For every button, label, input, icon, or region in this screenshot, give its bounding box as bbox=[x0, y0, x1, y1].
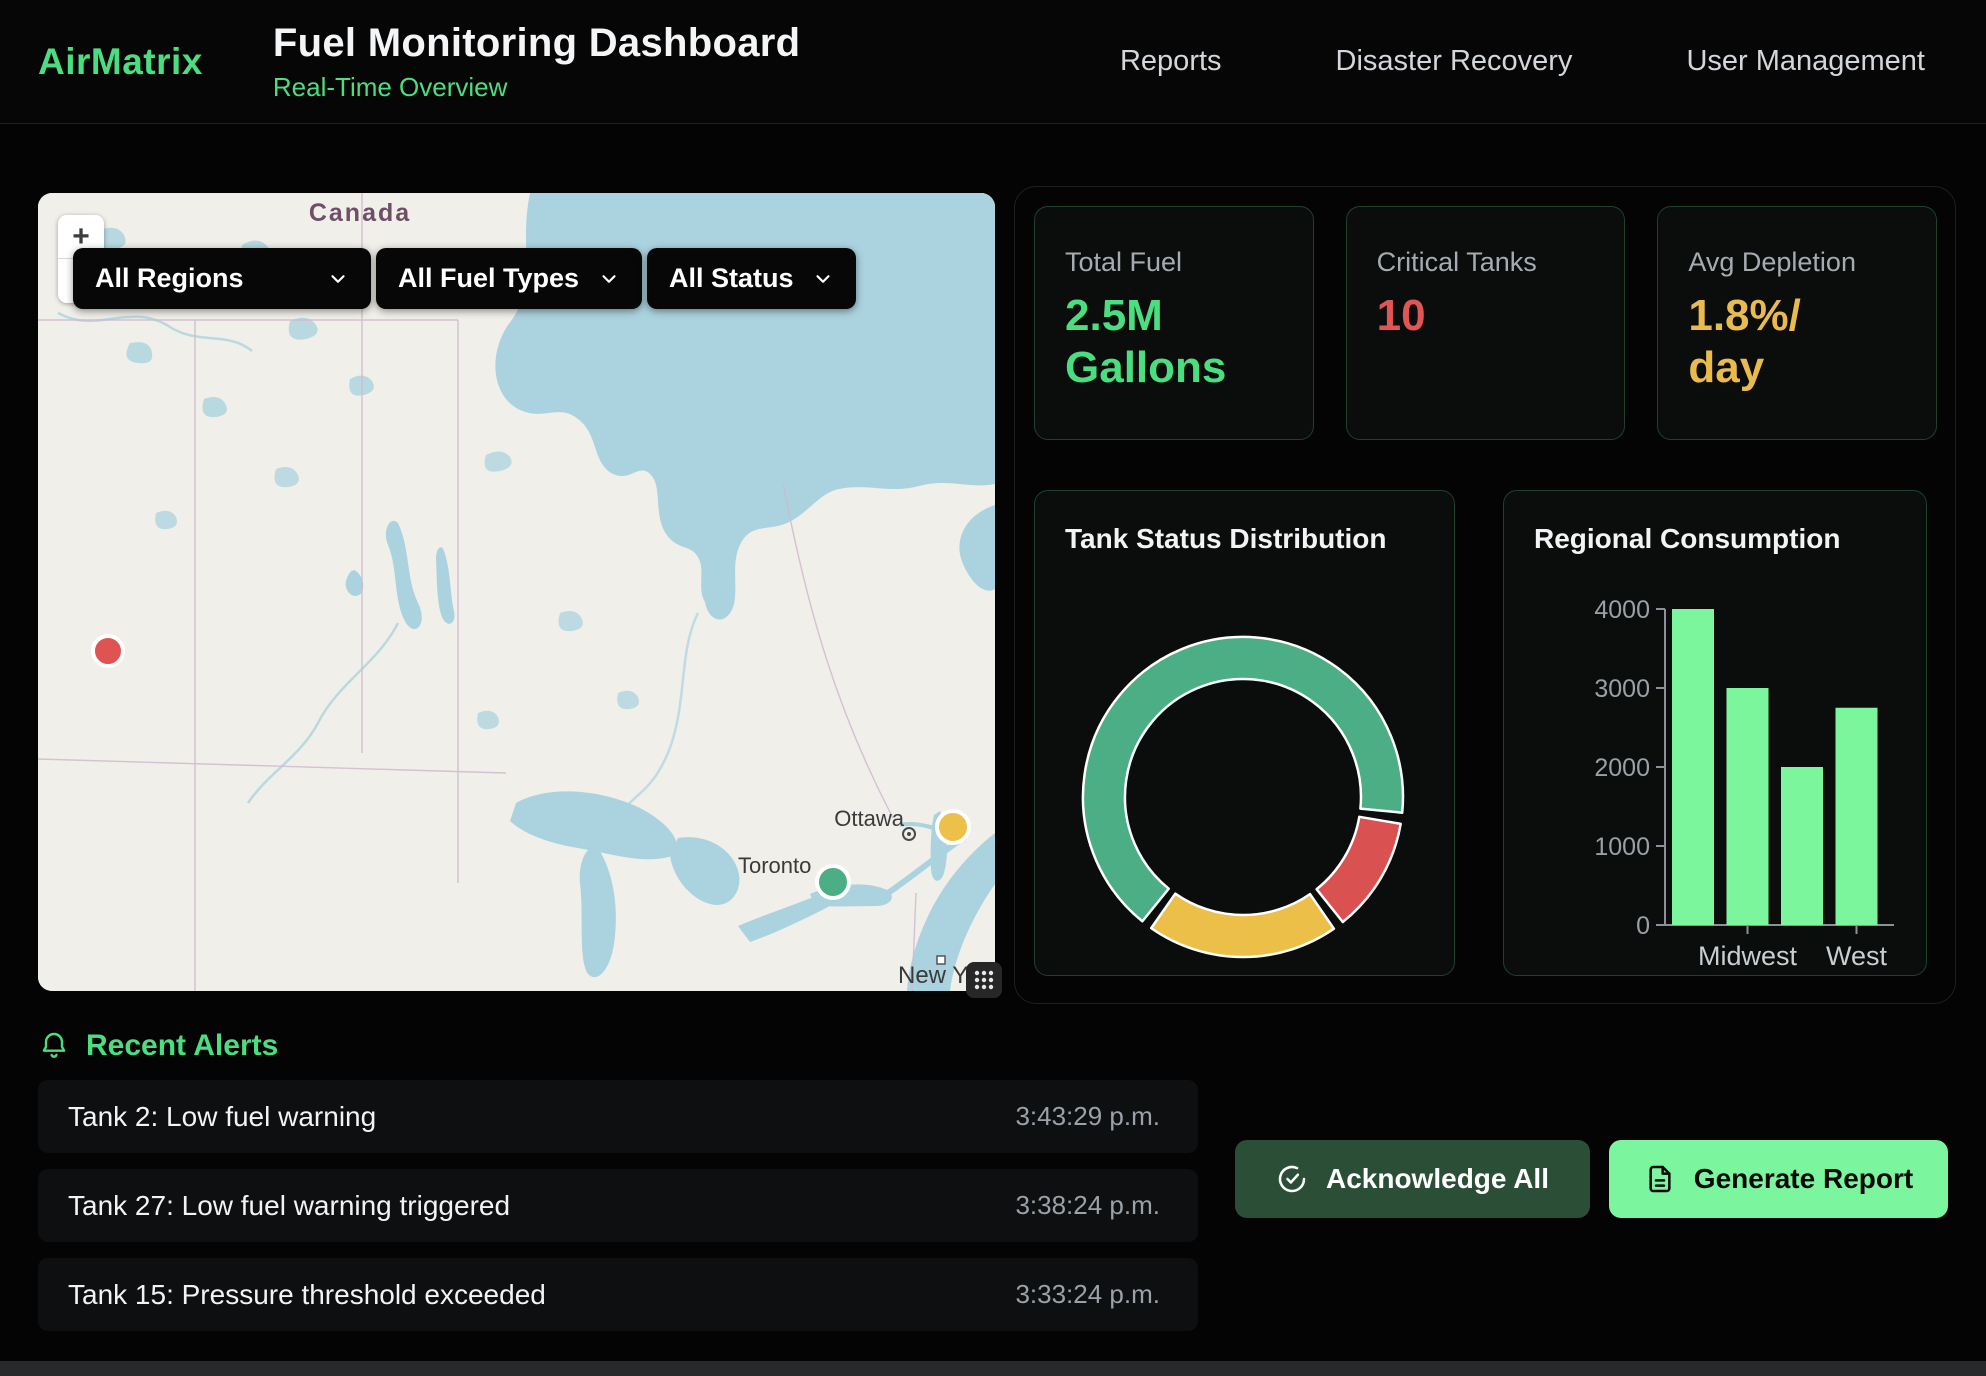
alert-message: Tank 2: Low fuel warning bbox=[68, 1101, 376, 1133]
map-label-ottawa: Ottawa bbox=[834, 806, 904, 831]
y-tick-label: 2000 bbox=[1594, 754, 1650, 782]
app-header: AirMatrix Fuel Monitoring Dashboard Real… bbox=[0, 0, 1986, 124]
regional-consumption-title: Regional Consumption bbox=[1534, 523, 1840, 555]
chevron-down-icon bbox=[598, 268, 620, 290]
map-label-toronto: Toronto bbox=[738, 853, 811, 878]
alert-row: Tank 2: Low fuel warning 3:43:29 p.m. bbox=[38, 1080, 1198, 1153]
filter-dropdown-all-fuel-types[interactable]: All Fuel Types bbox=[376, 248, 642, 309]
filter-label: All Regions bbox=[95, 263, 244, 294]
main-nav: Reports Disaster Recovery User Management bbox=[1120, 45, 1925, 78]
app-logo[interactable]: AirMatrix bbox=[38, 41, 203, 83]
y-tick-label: 4000 bbox=[1594, 596, 1650, 624]
stats-row: Total Fuel 2.5M Gallons Critical Tanks 10 Av… bbox=[1034, 206, 1937, 440]
marker-normal[interactable] bbox=[817, 866, 849, 898]
alerts-list: Tank 2: Low fuel warning3:43:29 p.m.Tank… bbox=[38, 1080, 1198, 1331]
regional-consumption-bar-chart: 0 1000 2000 3000 4000 Midwest West bbox=[1504, 491, 1928, 977]
bar-region-3 bbox=[1836, 708, 1878, 925]
map-viewport[interactable]: Canada Ottawa Toronto New York bbox=[38, 193, 995, 991]
bottom-scrollbar[interactable] bbox=[0, 1361, 1986, 1376]
tank-status-donut-chart bbox=[1035, 491, 1456, 977]
button-label: Acknowledge All bbox=[1326, 1163, 1549, 1195]
charts-row: Tank Status Distribution Regional Consum… bbox=[1034, 490, 1937, 976]
stat-label: Critical Tanks bbox=[1377, 247, 1625, 278]
stat-value: 2.5M Gallons bbox=[1065, 290, 1235, 394]
action-buttons: Acknowledge All Generate Report bbox=[1235, 1140, 1948, 1218]
map-panel: Canada Ottawa Toronto New York + − All R… bbox=[38, 193, 995, 991]
marker-critical[interactable] bbox=[93, 636, 123, 666]
bar-region-0 bbox=[1672, 609, 1714, 925]
map-label-country: Canada bbox=[309, 199, 411, 227]
page-subtitle: Real-Time Overview bbox=[273, 72, 800, 103]
alerts-title: Recent Alerts bbox=[86, 1029, 278, 1063]
page-title: Fuel Monitoring Dashboard bbox=[273, 21, 800, 66]
chevron-down-icon bbox=[812, 268, 834, 290]
x-tick-label: Midwest bbox=[1698, 941, 1798, 971]
acknowledge-all-button[interactable]: Acknowledge All bbox=[1235, 1140, 1590, 1218]
stat-value: 1.8%/day bbox=[1688, 290, 1858, 394]
marker-warning[interactable] bbox=[937, 811, 969, 843]
regional-consumption-card: Regional Consumption 0 1000 2000 3000 4000 Mi… bbox=[1503, 490, 1927, 976]
alerts-section: Recent Alerts Tank 2: Low fuel warning 3:… bbox=[38, 1026, 1948, 1348]
stat-card-total-fuel: Total Fuel 2.5M Gallons bbox=[1034, 206, 1314, 440]
nav-item-disaster-recovery[interactable]: Disaster Recovery bbox=[1336, 45, 1573, 78]
bar-region-1 bbox=[1727, 688, 1769, 925]
stat-card-avg-depletion: Avg Depletion 1.8%/day bbox=[1657, 206, 1937, 440]
map-filters: All Regions All Fuel Types All Status bbox=[73, 248, 856, 309]
tank-status-card: Tank Status Distribution bbox=[1034, 490, 1455, 976]
y-tick-label: 1000 bbox=[1594, 833, 1650, 861]
filter-dropdown-all-status[interactable]: All Status bbox=[647, 248, 856, 309]
bar-region-2 bbox=[1781, 767, 1823, 925]
bell-icon bbox=[38, 1030, 70, 1062]
title-block: Fuel Monitoring Dashboard Real-Time Over… bbox=[273, 21, 800, 103]
donut-segment-warning bbox=[1151, 894, 1334, 957]
alert-timestamp: 3:33:24 p.m. bbox=[1015, 1279, 1160, 1310]
generate-report-button[interactable]: Generate Report bbox=[1609, 1140, 1948, 1218]
document-icon bbox=[1644, 1163, 1676, 1195]
drag-handle-icon[interactable] bbox=[966, 962, 1002, 998]
tank-status-title: Tank Status Distribution bbox=[1065, 523, 1387, 555]
stat-card-critical-tanks: Critical Tanks 10 bbox=[1346, 206, 1626, 440]
alert-message: Tank 15: Pressure threshold exceeded bbox=[68, 1279, 546, 1311]
chevron-down-icon bbox=[327, 268, 349, 290]
y-tick-label: 0 bbox=[1636, 912, 1650, 940]
alerts-header: Recent Alerts bbox=[38, 1026, 1948, 1066]
check-circle-icon bbox=[1276, 1163, 1308, 1195]
metrics-panel: Total Fuel 2.5M Gallons Critical Tanks 10 Av… bbox=[1014, 186, 1956, 1004]
filter-label: All Fuel Types bbox=[398, 263, 579, 294]
alert-row: Tank 27: Low fuel warning triggered 3:38:… bbox=[38, 1169, 1198, 1242]
map-canvas[interactable]: Canada Ottawa Toronto New York bbox=[38, 193, 995, 991]
stat-value: 10 bbox=[1377, 290, 1547, 342]
nav-item-user-management[interactable]: User Management bbox=[1686, 45, 1925, 78]
filter-dropdown-all-regions[interactable]: All Regions bbox=[73, 248, 371, 309]
alert-message: Tank 27: Low fuel warning triggered bbox=[68, 1190, 510, 1222]
button-label: Generate Report bbox=[1694, 1163, 1913, 1195]
x-tick-label: West bbox=[1826, 941, 1888, 971]
alert-timestamp: 3:43:29 p.m. bbox=[1015, 1101, 1160, 1132]
alert-timestamp: 3:38:24 p.m. bbox=[1015, 1190, 1160, 1221]
nav-item-reports[interactable]: Reports bbox=[1120, 45, 1222, 78]
fuel-monitoring-dashboard: AirMatrix Fuel Monitoring Dashboard Real… bbox=[0, 0, 1986, 1376]
stat-label: Avg Depletion bbox=[1688, 247, 1936, 278]
stat-label: Total Fuel bbox=[1065, 247, 1313, 278]
filter-label: All Status bbox=[669, 263, 794, 294]
alert-row: Tank 15: Pressure threshold exceeded 3:33… bbox=[38, 1258, 1198, 1331]
y-tick-label: 3000 bbox=[1594, 675, 1650, 703]
donut-segment-critical bbox=[1317, 817, 1401, 922]
